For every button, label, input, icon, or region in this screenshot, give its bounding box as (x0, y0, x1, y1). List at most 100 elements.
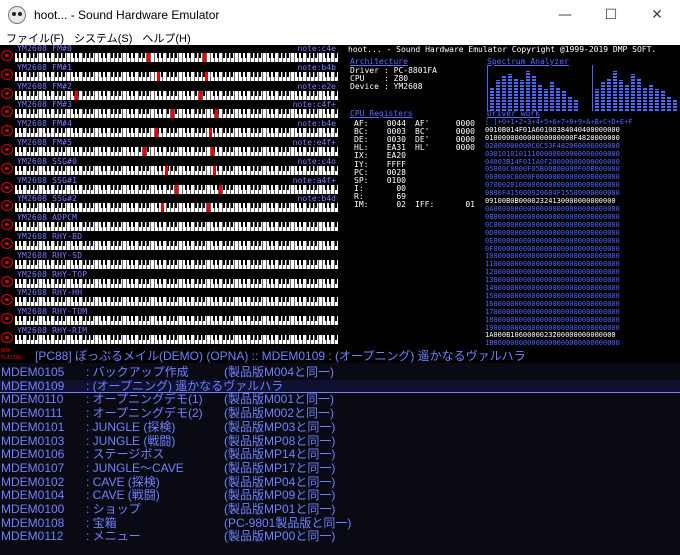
black-keys (15, 335, 338, 340)
pressed-key (207, 203, 210, 213)
track-note: (製品版MP14と同一) (224, 447, 336, 462)
track-row[interactable]: MDEM0111: オープニングデモ(2) (製品版M002と同一) (0, 407, 680, 420)
track-row[interactable]: MDEM0102: CAVE (探検) (製品版MP04と同一) (0, 475, 680, 489)
menu-file[interactable]: ファイル(F) (2, 30, 68, 46)
black-keys (15, 203, 338, 209)
channel-note: note:c4f+ (292, 100, 336, 110)
track-row[interactable]: MDEM0107: JUNGLE〜CAVE (製品版MP17と同一) (0, 460, 680, 475)
track-note: (製品版M002と同一) (224, 406, 335, 421)
channel-owl-icon (1, 162, 13, 174)
register-row-alt: IFF: 01 (415, 200, 475, 209)
track-row[interactable]: MDEM0112 : メニュー (製品版MP00と同一) (0, 530, 680, 543)
pressed-key (165, 165, 168, 175)
register-value: 02 (396, 200, 406, 209)
track-note: (製品版M004と同一) (224, 365, 335, 379)
track-row[interactable]: MDEM0110: オープニングデモ(1) (製品版M001と同一) (0, 393, 680, 406)
spectrum-bar (550, 82, 554, 111)
spectrum-bar (613, 71, 617, 111)
track-id: MDEM0105 (1, 365, 65, 379)
spectrum-bar (520, 80, 524, 111)
pressed-key (157, 71, 160, 81)
track-row[interactable]: MDEM0103: JUNGLE (戦闘) (製品版MP08と同一) (0, 433, 680, 448)
track-row[interactable]: MDEM0100: ショップ (製品版MP01と同一) (0, 503, 680, 516)
spectrum-bar (637, 78, 641, 111)
pressed-key (75, 90, 78, 100)
track-title: : オープニングデモ(2) (86, 406, 203, 421)
channel-owl-icon (1, 144, 13, 155)
channel-owl-icon (1, 68, 13, 80)
register-name: IFF: (415, 200, 435, 209)
channel-owl-icon (1, 219, 13, 231)
pressed-key (211, 147, 214, 156)
track-row[interactable]: MDEM0105: バックアップ作成 (製品版M004と同一) (0, 366, 680, 379)
architecture-title: Architecture (350, 57, 408, 66)
channel-owl-icon (1, 238, 13, 249)
spectrum-bar (607, 78, 611, 111)
black-keys (15, 278, 338, 284)
black-keys (15, 128, 338, 134)
channel-label: YM2608 FM#3 (17, 100, 73, 110)
track-row[interactable]: MDEM0104: CAVE (戦闘) (製品版MP09と同一) (0, 489, 680, 502)
piano-keyboard (15, 165, 338, 175)
emulator-display: YM2608 FM#0 note:c4e YM2608 FM#1 note:b4b YM… (0, 45, 680, 347)
track-note: (製品版MP17と同一) (224, 460, 336, 475)
track-title: : (オープニング) 遥かなるヴァルハラ (86, 378, 284, 393)
spectrum-bar (661, 91, 665, 111)
channel-label: YM2608 FM#2 (17, 81, 73, 91)
minimize-button[interactable]: — (542, 0, 588, 30)
channel-owl-icon (1, 256, 13, 268)
channel-note: note:a4f+ (292, 175, 336, 185)
track-id: MDEM0110 (1, 392, 64, 407)
piano-keyboard (15, 71, 338, 81)
app-owl-icon[interactable] (8, 6, 26, 24)
channel-owl-icon (1, 200, 13, 212)
spectrum-analyzer-right (592, 65, 678, 111)
spectrum-bar (619, 80, 623, 111)
menu-help[interactable]: ヘルプ(H) (138, 30, 194, 46)
piano-keyboard (15, 53, 338, 62)
track-list: MDEM0105: バックアップ作成 (製品版M004と同一) MDEM0109: … (0, 363, 680, 555)
spectrum-bar (496, 80, 500, 111)
channel-owl-icon (1, 313, 13, 325)
close-button[interactable]: ✕ (634, 0, 680, 30)
black-keys (15, 71, 338, 77)
track-id: MDEM0101 (1, 419, 65, 434)
spectrum-bar (532, 76, 536, 111)
channel-row: YM2608 RHY-TOM (0, 307, 346, 326)
channel-row: YM2608 SSG#0 note:c4o (0, 156, 346, 176)
track-title: : メニュー (86, 529, 141, 544)
track-id: MDEM0108 (1, 515, 65, 530)
track-note: (製品版MP03と同一) (224, 419, 336, 434)
copyright-header: hoot... - Sound Hardware Emulator Copyri… (348, 45, 657, 54)
driver-work-dump: [ ]+0+1+2+3+4+5+6+7+8+9+A+B+C+D+E+F 0010B… (485, 118, 680, 347)
menu-bar: ファイル(F) システム(S) ヘルプ(H) (0, 30, 680, 45)
spectrum-bar (526, 71, 530, 111)
piano-keyboard (15, 222, 338, 232)
pressed-key (175, 184, 178, 194)
spectrum-bar (595, 89, 599, 111)
channel-row: YM2608 RHY-SD (0, 251, 346, 270)
track-row[interactable]: MDEM0108: 宝箱 (PC-9801製品版と同一) (0, 515, 680, 530)
track-note: (製品版MP08と同一) (224, 433, 336, 448)
track-note: (製品版MP00と同一) (224, 529, 336, 544)
channel-note: note:b4d (297, 194, 336, 204)
pressed-key (215, 109, 218, 119)
channel-label: YM2608 FM#4 (17, 119, 73, 129)
menu-system[interactable]: システム(S) (70, 30, 136, 46)
spectrum-bar (490, 87, 494, 111)
track-id: MDEM0112 (1, 529, 64, 544)
maximize-button[interactable]: ☐ (588, 0, 634, 30)
channel-label: YM2608 SSG#0 (17, 156, 78, 166)
piano-keyboard (15, 335, 338, 344)
track-id: MDEM0107 (1, 460, 65, 475)
register-value: 01 (465, 200, 475, 209)
spectrum-analyzer-left (487, 65, 578, 111)
track-row[interactable]: MDEM0101: JUNGLE (探検) (製品版MP03と同一) (0, 419, 680, 434)
spectrum-bar (631, 74, 635, 111)
track-row[interactable]: MDEM0106: ステージボス (製品版MP14と同一) (0, 448, 680, 461)
black-keys (15, 297, 338, 303)
track-row[interactable]: MDEM0109: (オープニング) 遥かなるヴァルハラ (0, 378, 680, 393)
channel-row: YM2608 FM#5 note:e4f+ (0, 138, 346, 157)
arch-device-row: Device: YM2608 (350, 82, 423, 91)
track-title: : ショップ (86, 502, 141, 516)
